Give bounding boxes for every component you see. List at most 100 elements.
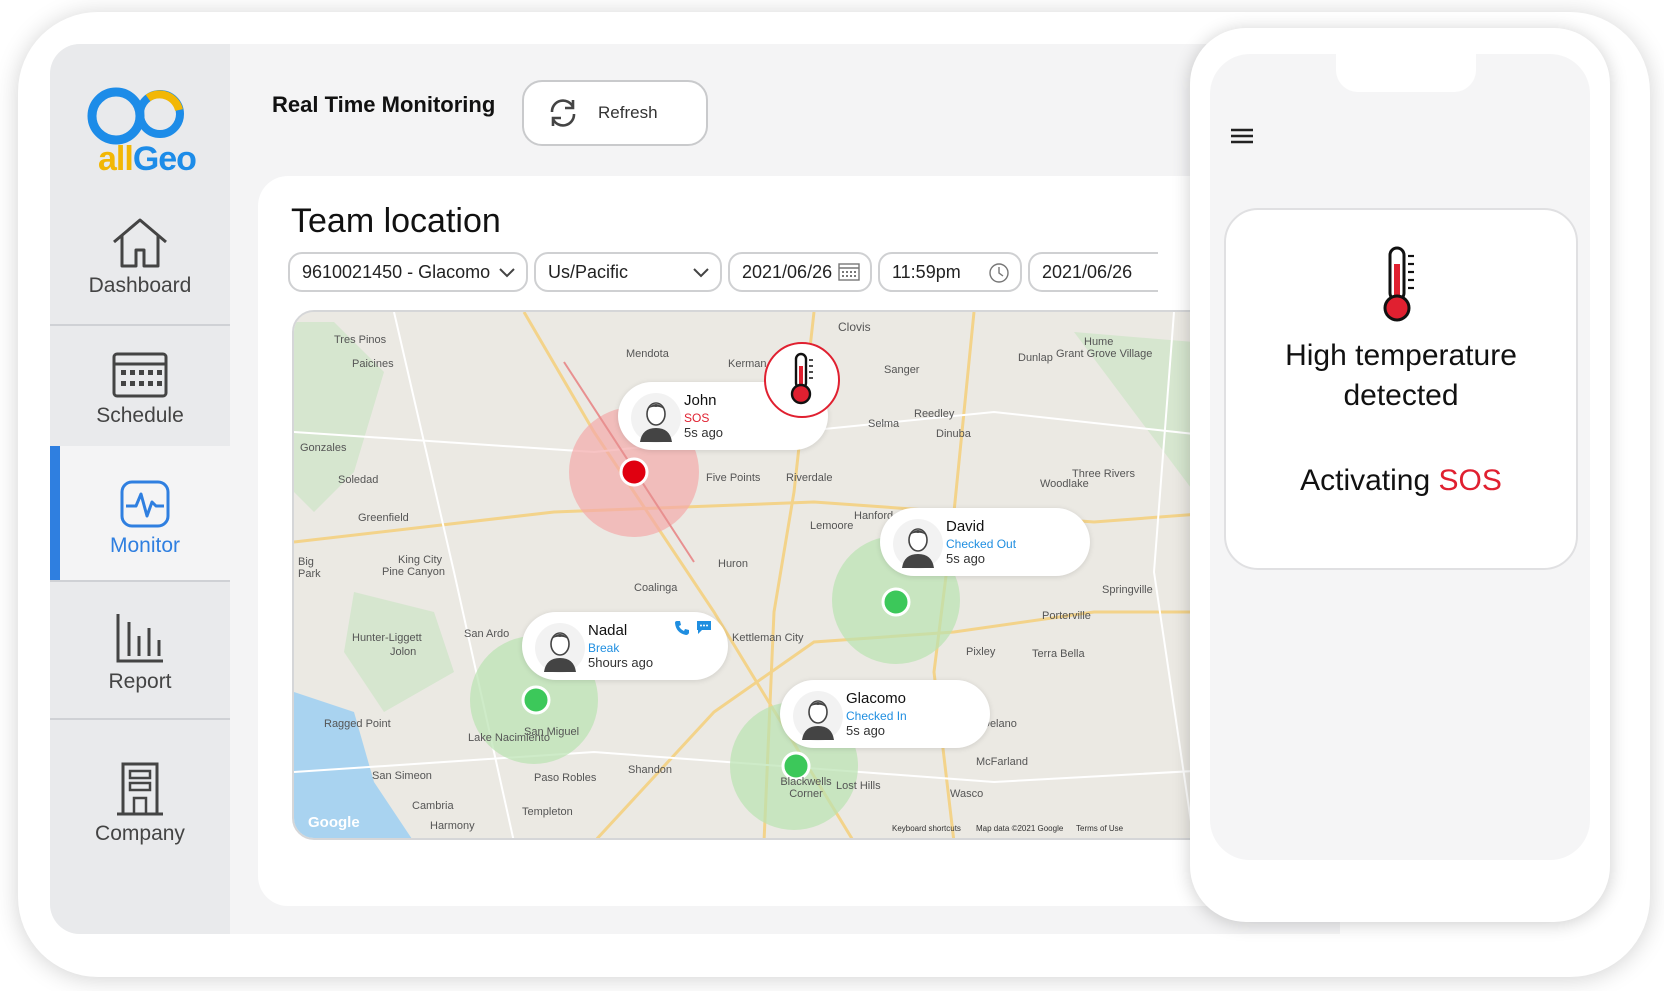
sidebar-item-company[interactable]: Company [50,762,230,882]
building-icon [117,762,163,816]
app-window: allGeo Dashboard Schedule Monitor Report… [50,44,1340,934]
marker-john[interactable] [619,457,649,487]
place-label: Kettleman City [732,632,804,644]
marker-status: SOS [684,411,710,425]
place-label: San Simeon [372,770,432,782]
phone-screen: High temperature detected Activating SOS [1210,54,1590,860]
place-label: Jolon [390,646,417,658]
marker-popup-david[interactable]: David Checked Out 5s ago [880,508,1090,576]
place-label: Selma [868,418,900,430]
place-label: Shandon [628,764,673,776]
marker-time: 5s ago [846,723,886,738]
timezone-select[interactable]: Us/Pacific [534,252,722,292]
sidebar-item-monitor[interactable]: Monitor [50,446,230,580]
sidebar-item-schedule[interactable]: Schedule [50,352,230,452]
place-label: King City [398,554,443,566]
place-label: Blackwells Corner [780,776,832,800]
marker-status: Checked In [846,709,907,723]
home-icon [113,218,167,268]
bar-chart-icon [116,614,163,663]
sidebar-item-report[interactable]: Report [50,612,230,722]
marker-nadal[interactable] [521,685,551,715]
marker-david[interactable] [881,587,911,617]
place-label: Wasco [950,788,984,800]
activating-sos-text: Activating SOS [1300,464,1502,497]
time-from-value: 11:59pm [892,261,961,282]
place-label: San Miguel [524,726,580,738]
marker-time: 5s ago [946,551,986,566]
sidebar-item-label: Schedule [96,404,184,427]
sidebar-item-label: Dashboard [88,274,192,297]
employee-select[interactable]: 9610021450 - Glacomo [288,252,528,292]
place-label: Big Park [298,556,321,580]
place-label: Paicines [352,358,394,370]
place-label: Coalinga [634,582,678,594]
place-label: Riverdale [786,472,833,484]
phone-mockup: High temperature detected Activating SOS [1190,28,1610,922]
avatar [631,393,681,443]
marker-name: Nadal [588,622,628,639]
marker-name: John [684,392,717,409]
place-label: Porterville [1042,610,1091,622]
sidebar-item-label: Monitor [109,534,181,557]
place-label: Greenfield [358,512,409,524]
page-title: Real Time Monitoring [272,92,496,117]
place-label: Dunlap [1018,352,1053,364]
refresh-button[interactable]: Refresh [522,80,708,146]
place-label: Huron [718,558,748,570]
place-label: Ragged Point [324,718,391,730]
sos-alert-card: High temperature detected Activating SOS [1224,208,1578,570]
marker-name: Glacomo [846,690,907,707]
phone-icon[interactable] [674,620,690,636]
place-label: Gonzales [300,442,347,454]
team-location-card: Team location 9610021450 - Glacomo Us/Pa… [258,176,1340,906]
place-label: Hunter-Liggett [352,632,422,644]
place-label: McFarland [976,756,1028,768]
place-label: Soledad [338,474,379,486]
time-from-input[interactable]: 11:59pm [878,252,1022,292]
place-label: Reedley [914,408,955,420]
date-from-value: 2021/06/26 [742,261,833,282]
sidebar-item-dashboard[interactable]: Dashboard [50,216,230,324]
date-from-input[interactable]: 2021/06/26 [728,252,872,292]
marker-popup-glacomo[interactable]: Glacomo Checked In 5s ago [780,680,990,748]
place-label: Paso Robles [534,772,597,784]
keyboard-shortcuts-link[interactable]: Keyboard shortcuts [892,824,961,833]
place-label: Five Points [706,472,761,484]
place-label: Springville [1102,584,1153,596]
place-label: San Ardo [464,628,510,640]
chat-icon[interactable] [696,619,712,635]
marker-time: 5hours ago [588,655,654,670]
place-label: Hume [1084,336,1114,348]
alert-message: High temperature detected [1285,339,1517,412]
phone-notch [1336,54,1476,92]
avatar [793,691,843,741]
thermometer-icon [1383,246,1414,322]
refresh-icon [550,99,576,127]
marker-status: Checked Out [946,537,1017,551]
divider [50,718,230,720]
calendar-icon [838,263,860,281]
logo-text: allGeo [98,140,197,178]
date-to-input[interactable]: 2021/06/26 [1028,252,1158,292]
refresh-label: Refresh [598,103,658,122]
place-label: Lost Hills [836,780,881,792]
place-label: Clovis [838,320,871,334]
marker-time: 5s ago [684,425,724,440]
place-label: Kerman [728,358,767,370]
place-label: Cambria [412,800,454,812]
temperature-alert-badge[interactable] [764,342,840,418]
date-to-value: 2021/06/26 [1042,261,1133,282]
place-label: Harmony [430,820,475,832]
place-label: Dinuba [936,428,971,440]
team-map[interactable]: Tres Pinos Paicines Mendota Kerman Clovi… [292,310,1340,840]
place-label: Tres Pinos [334,334,387,346]
calendar-icon [112,352,168,398]
place-label: Terra Bella [1032,648,1085,660]
card-title: Team location [291,202,501,240]
place-label: Pixley [966,646,996,658]
terms-link[interactable]: Terms of Use [1076,824,1123,833]
pulse-icon [120,480,170,528]
hamburger-menu-icon[interactable] [1230,126,1254,146]
marker-popup-nadal[interactable]: Nadal Break 5hours ago [522,612,728,680]
